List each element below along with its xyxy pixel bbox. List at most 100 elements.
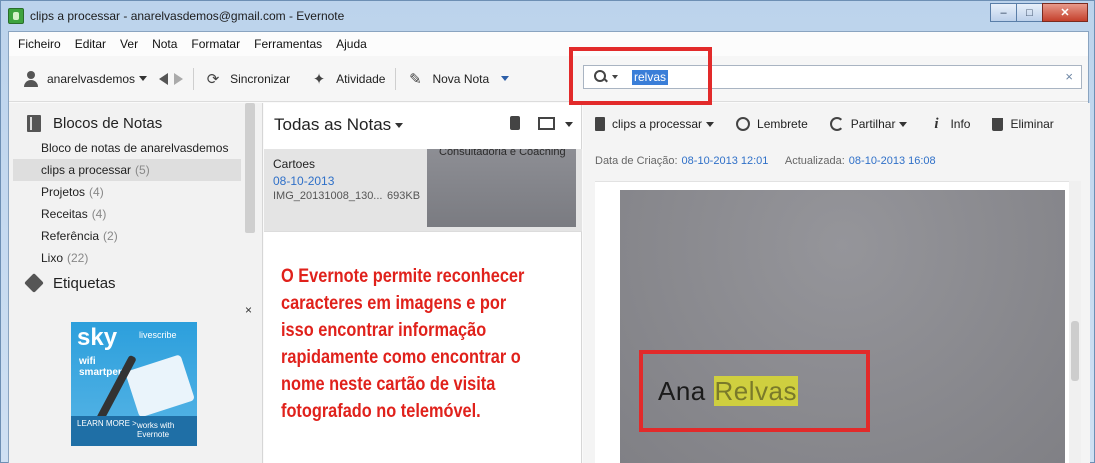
tags-heading-label: Etiquetas — [53, 274, 116, 292]
menu-ficheiro[interactable]: Ficheiro — [9, 37, 68, 51]
sidebar-item-referencia[interactable]: Referência (2) — [9, 225, 262, 247]
menu-ferramentas[interactable]: Ferramentas — [247, 37, 329, 51]
sidebar-item-count: (5) — [135, 163, 150, 177]
sidebar-item-default-notebook[interactable]: Bloco de notas de anarelvasdemos — [9, 137, 262, 159]
user-icon — [23, 70, 39, 87]
notebook-selector-label: clips a processar — [612, 117, 703, 131]
chevron-down-icon[interactable] — [395, 122, 404, 128]
delete-button[interactable]: Eliminar — [992, 117, 1054, 131]
note-attachment-size: 693KB — [387, 190, 421, 202]
sync-button[interactable]: ⟳ Sincronizar — [198, 65, 296, 93]
alarm-clock-icon — [736, 117, 751, 131]
arrow-left-icon — [159, 72, 169, 85]
sidebar-item-label: Projetos — [41, 185, 86, 199]
menu-ajuda[interactable]: Ajuda — [329, 37, 374, 51]
minimize-button[interactable]: – — [990, 3, 1017, 22]
sidebar-item-lixo[interactable]: Lixo (22) — [9, 247, 262, 269]
window-title: clips a processar - anarelvasdemos@gmail… — [30, 9, 345, 23]
note-list: Todas as Notas Cartoes 08-10-2013 IMG_20… — [264, 103, 582, 463]
sidebar: Blocos de Notas Bloco de notas de anarel… — [9, 103, 263, 463]
red-highlight-box — [569, 47, 712, 105]
menu-ver[interactable]: Ver — [113, 37, 145, 51]
sidebar-item-count: (4) — [89, 185, 104, 199]
note-thumbnail: Consultadoria e Coaching — [427, 149, 576, 227]
title-bar: clips a processar - anarelvasdemos@gmail… — [1, 1, 1094, 31]
maximize-button[interactable]: □ — [1016, 3, 1043, 22]
chevron-down-icon[interactable] — [565, 122, 573, 127]
ad-learn-more: LEARN MORE > — [77, 419, 137, 428]
sidebar-item-label: Receitas — [41, 207, 88, 221]
activity-label: Atividade — [336, 71, 386, 86]
sidebar-item-projetos[interactable]: Projetos (4) — [9, 181, 262, 203]
ad-wifi: wifi — [79, 356, 96, 367]
sidebar-item-count: (2) — [103, 229, 118, 243]
evernote-window: clips a processar - anarelvasdemos@gmail… — [0, 0, 1095, 463]
divider — [264, 231, 582, 232]
main-toolbar: anarelvasdemos ⟳ Sincronizar ✦ Atividade… — [9, 56, 1088, 102]
livescribe-ad[interactable]: sky livescribe wifi smartpen LEARN MORE … — [71, 322, 197, 446]
info-button[interactable]: i Info — [929, 116, 970, 132]
sync-icon: ⟳ — [206, 70, 220, 88]
sidebar-item-label: Bloco de notas de anarelvasdemos — [41, 141, 229, 155]
ad-works-with: works with Evernote — [137, 421, 175, 439]
chevron-down-icon[interactable] — [501, 76, 510, 81]
reminder-button[interactable]: Lembrete — [736, 117, 808, 131]
forward-button[interactable] — [174, 65, 189, 93]
toolbar-divider — [395, 67, 397, 90]
trash-icon — [992, 117, 1004, 131]
notebooks-heading-label: Blocos de Notas — [53, 114, 163, 132]
updated-value[interactable]: 08-10-2013 16:08 — [849, 155, 936, 167]
created-label: Data de Criação: — [595, 155, 678, 167]
created-value[interactable]: 08-10-2013 12:01 — [682, 155, 769, 167]
menu-nota[interactable]: Nota — [145, 37, 184, 51]
tablet-image — [125, 354, 195, 418]
menu-editar[interactable]: Editar — [68, 37, 113, 51]
notebook-icon — [27, 114, 41, 132]
client-area: Ficheiro Editar Ver Nota Formatar Ferram… — [8, 31, 1090, 463]
red-highlight-box — [639, 350, 870, 432]
note-list-header: Todas as Notas — [264, 103, 581, 147]
notebook-selector[interactable]: clips a processar — [595, 117, 715, 131]
menu-bar: Ficheiro Editar Ver Nota Formatar Ferram… — [9, 32, 1088, 56]
share-button[interactable]: Partilhar — [829, 117, 908, 131]
ad-brand: livescribe — [139, 330, 177, 340]
new-note-button[interactable]: ✎ Nova Nota — [400, 65, 515, 93]
note-scrollbar[interactable] — [1069, 181, 1081, 463]
new-note-label: Nova Nota — [432, 71, 490, 86]
lock-icon[interactable] — [510, 116, 520, 130]
tags-heading[interactable]: Etiquetas — [9, 269, 262, 297]
notebooks-heading[interactable]: Blocos de Notas — [9, 109, 262, 137]
sync-label: Sincronizar — [230, 71, 291, 86]
scrollbar-thumb[interactable] — [1071, 321, 1079, 381]
window-controls: – □ ✕ — [990, 3, 1088, 22]
menu-formatar[interactable]: Formatar — [184, 37, 247, 51]
note-card[interactable]: Cartoes 08-10-2013 IMG_20131008_130... 6… — [264, 149, 582, 231]
ad-close-icon[interactable]: × — [245, 303, 252, 317]
clear-search-icon[interactable]: × — [1065, 69, 1073, 84]
sidebar-scrollbar[interactable] — [245, 103, 255, 233]
new-note-icon: ✎ — [409, 70, 422, 88]
sidebar-item-label: clips a processar — [41, 163, 132, 177]
sidebar-item-clips-a-processar[interactable]: clips a processar (5) — [13, 159, 241, 181]
sidebar-item-receitas[interactable]: Receitas (4) — [9, 203, 262, 225]
all-notes-dropdown[interactable]: Todas as Notas — [274, 115, 391, 135]
delete-label: Eliminar — [1010, 117, 1054, 131]
ad-footer: LEARN MORE > works with Evernote — [71, 416, 197, 446]
chevron-down-icon — [899, 121, 908, 127]
note-date: 08-10-2013 — [273, 174, 335, 188]
updated-label: Actualizada: — [784, 155, 845, 167]
thumbnail-text: Consultadoria e Coaching — [439, 149, 566, 158]
note-content[interactable]: Ana Relvas — [595, 181, 1073, 463]
close-button[interactable]: ✕ — [1042, 3, 1088, 22]
sidebar-item-label: Lixo — [41, 251, 64, 265]
chevron-down-icon — [139, 76, 148, 81]
arrow-right-icon — [174, 72, 184, 85]
sidebar-item-count: (22) — [67, 251, 89, 265]
red-annotation: O Evernote permite reconhecer caracteres… — [281, 266, 525, 422]
view-options-icon[interactable] — [538, 117, 555, 130]
back-button[interactable] — [153, 65, 174, 93]
note-title: Cartoes — [273, 157, 316, 171]
note-metadata: Data de Criação: 08-10-2013 12:01 Actuali… — [595, 155, 950, 167]
activity-button[interactable]: ✦ Atividade — [304, 65, 391, 93]
account-button[interactable]: anarelvasdemos — [9, 65, 153, 93]
